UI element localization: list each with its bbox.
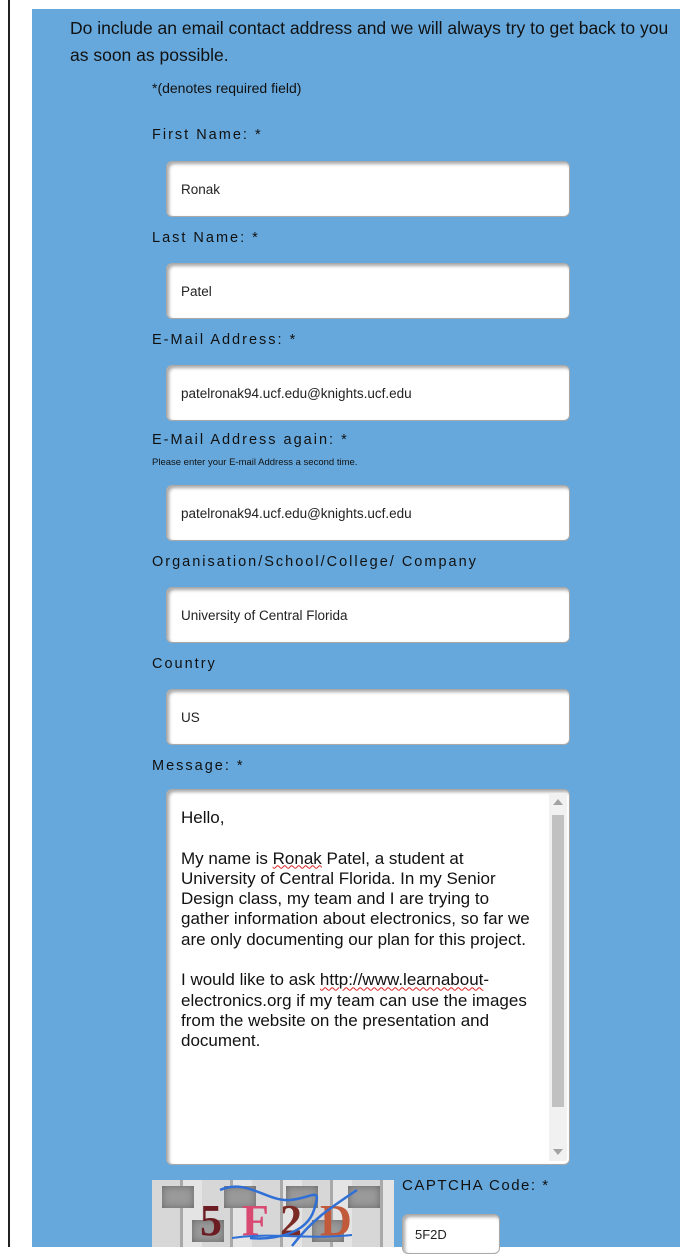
email-again-label: E-Mail Address again: * [152, 432, 349, 448]
captcha-input[interactable]: 5F2D [402, 1214, 500, 1254]
message-label: Message: * [152, 758, 245, 774]
organisation-label: Organisation/School/College/ Company [152, 554, 478, 570]
spellcheck-name: Ronak [272, 848, 322, 868]
scroll-up-arrow-icon[interactable] [553, 799, 563, 805]
captcha-label: CAPTCHA Code: * [402, 1177, 550, 1194]
organisation-field[interactable]: University of Central Florida [166, 587, 570, 643]
scroll-down-arrow-icon[interactable] [553, 1149, 563, 1155]
email-again-hint: Please enter your E-mail Address a secon… [152, 457, 358, 468]
last-name-field[interactable]: Patel [166, 263, 570, 319]
message-textarea[interactable]: Hello, My name is Ronak Patel, a student… [166, 789, 570, 1165]
first-name-field[interactable]: Ronak [166, 161, 570, 217]
message-text: Hello, My name is Ronak Patel, a student… [181, 808, 537, 1052]
first-name-label: First Name: * [152, 127, 263, 143]
message-scrollbar[interactable] [549, 793, 567, 1161]
spellcheck-url: http://www.learnabout [319, 970, 484, 990]
message-p1-start: My name is [181, 848, 273, 868]
captcha-noise-lines [219, 1185, 358, 1247]
scrollbar-thumb[interactable] [552, 815, 564, 1107]
email-field[interactable]: patelronak94.ucf.edu@knights.ucf.edu [166, 365, 570, 421]
message-greeting: Hello, [181, 808, 225, 827]
captcha-image: 5 F 2 D [152, 1180, 394, 1247]
required-field-note: *(denotes required field) [152, 80, 302, 96]
country-label: Country [152, 656, 217, 672]
last-name-label: Last Name: * [152, 230, 260, 246]
message-p2-start: I would like to ask [181, 970, 320, 990]
email-label: E-Mail Address: * [152, 332, 298, 348]
page-left-border [8, 0, 10, 1247]
country-field[interactable]: US [166, 689, 570, 745]
email-again-field[interactable]: patelronak94.ucf.edu@knights.ucf.edu [166, 485, 570, 541]
intro-text: Do include an email contact address and … [70, 18, 669, 65]
